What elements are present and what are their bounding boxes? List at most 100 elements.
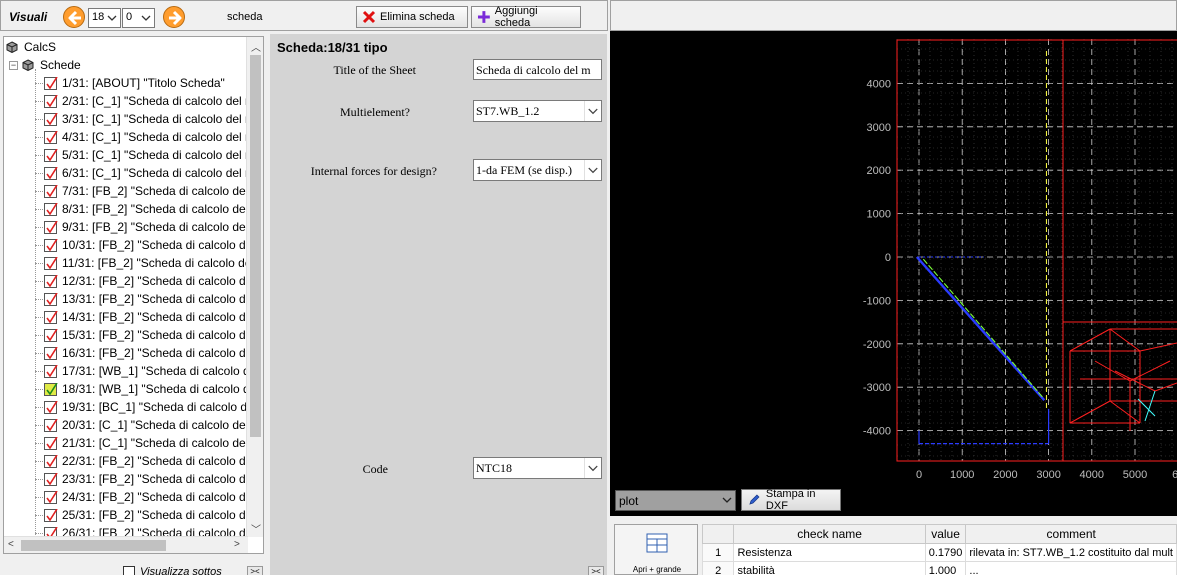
delete-sheet-button[interactable]: Elimina scheda xyxy=(356,6,468,28)
table-row[interactable]: 2 stabilità 1.000 ... xyxy=(701,561,1177,575)
sheet-number-select[interactable]: 18 xyxy=(88,8,121,28)
x-tick-label: 60 xyxy=(1172,469,1177,481)
plot-canvas[interactable]: 4000 3000 2000 1000 0 -1000 -2000 -3000 -4000 0 1… xyxy=(610,31,1177,488)
check-icon[interactable] xyxy=(44,166,58,180)
tree-item[interactable]: 20/31: [C_1] "Scheda di calcolo del xyxy=(35,416,248,434)
check-icon[interactable] xyxy=(44,490,58,504)
tree-horizontal-scrollbar[interactable]: < > xyxy=(4,536,248,553)
tree-item[interactable]: 24/31: [FB_2] "Scheda di calcolo de xyxy=(35,488,252,506)
column-header-index[interactable] xyxy=(701,524,735,544)
check-icon[interactable] xyxy=(44,76,58,90)
tree-item[interactable]: 7/31: [FB_2] "Scheda di calcolo del xyxy=(35,182,248,200)
add-sheet-button[interactable]: Aggiungi scheda xyxy=(471,5,581,29)
row-number: 1 xyxy=(701,543,735,562)
scroll-right-icon[interactable]: > xyxy=(234,539,240,550)
tree-item[interactable]: 17/31: [WB_1] "Scheda di calcolo de xyxy=(35,362,257,380)
check-icon[interactable] xyxy=(44,130,58,144)
sub-number-select[interactable]: 0 xyxy=(122,8,155,28)
code-select[interactable]: NTC18 xyxy=(473,457,602,479)
tree-item[interactable]: 10/31: [FB_2] "Scheda di calcolo de xyxy=(35,236,252,254)
tree-item[interactable]: 14/31: [FB_2] "Scheda di calcolo de xyxy=(35,308,252,326)
tree-item[interactable]: 3/31: [C_1] "Scheda di calcolo del n xyxy=(35,110,252,128)
scroll-up-icon[interactable]: ︿ xyxy=(251,39,261,54)
tree-item[interactable]: 9/31: [FB_2] "Scheda di calcolo del xyxy=(35,218,248,236)
multielement-select[interactable]: ST7.WB_1.2 xyxy=(473,100,602,122)
tree-item[interactable]: 21/31: [C_1] "Scheda di calcolo del xyxy=(35,434,248,452)
check-icon[interactable] xyxy=(44,202,58,216)
tree-item-label: 17/31: [WB_1] "Scheda di calcolo de xyxy=(62,364,257,378)
selected-check-icon[interactable] xyxy=(44,382,58,396)
prev-sheet-button[interactable] xyxy=(63,6,85,28)
check-icon[interactable] xyxy=(44,364,58,378)
tree-item-label: 23/31: [FB_2] "Scheda di calcolo de xyxy=(62,472,253,486)
check-icon[interactable] xyxy=(44,220,58,234)
check-table[interactable]: check name value comment 1 Resistenza 0.… xyxy=(701,524,1177,575)
title-field[interactable]: Scheda di calcolo del m xyxy=(473,59,602,80)
scroll-thumb[interactable] xyxy=(250,55,261,437)
scroll-left-icon[interactable]: < xyxy=(8,539,14,550)
check-icon[interactable] xyxy=(44,292,58,306)
tree-item[interactable]: 16/31: [FB_2] "Scheda di calcolo de xyxy=(35,344,252,362)
tree-item[interactable]: 6/31: [C_1] "Scheda di calcolo del n xyxy=(35,164,252,182)
check-icon[interactable] xyxy=(44,346,58,360)
check-icon[interactable] xyxy=(44,418,58,432)
tree-item[interactable]: 22/31: [FB_2] "Scheda di calcolo de xyxy=(35,452,252,470)
tree-item[interactable]: 1/31: [ABOUT] "Titolo Scheda" xyxy=(35,74,225,92)
internal-forces-select[interactable]: 1-da FEM (se disp.) xyxy=(473,159,602,181)
table-row[interactable]: 1 Resistenza 0.1790 rilevata in: ST7.WB_… xyxy=(701,543,1177,562)
tree-item-label: 2/31: [C_1] "Scheda di calcolo del n xyxy=(62,94,252,108)
column-header-check-name[interactable]: check name xyxy=(733,524,926,544)
tree-item[interactable]: 25/31: [FB_2] "Scheda di calcolo de xyxy=(35,506,252,524)
tree-item[interactable]: 12/31: [FB_2] "Scheda di calcolo de xyxy=(35,272,252,290)
tree-group-schede[interactable]: − Schede xyxy=(9,56,81,74)
check-icon[interactable] xyxy=(44,454,58,468)
column-header-value[interactable]: value xyxy=(924,524,967,544)
code-label: Code xyxy=(362,462,388,476)
check-icon[interactable] xyxy=(44,274,58,288)
scroll-down-icon[interactable]: ﹀ xyxy=(251,521,261,536)
tree-item[interactable]: 8/31: [FB_2] "Scheda di calcolo del xyxy=(35,200,248,218)
tree-item[interactable]: 15/31: [FB_2] "Scheda di calcolo de xyxy=(35,326,252,344)
tree-vertical-scrollbar[interactable]: ︿ ﹀ xyxy=(246,37,263,537)
tree-item[interactable]: 11/31: [FB_2] "Scheda di calcolo de xyxy=(35,254,252,272)
tree-root[interactable]: CalcS xyxy=(6,38,56,56)
plot-x-tick-labels: 0 1000 2000 3000 4000 5000 60 xyxy=(916,469,1177,481)
tree-item[interactable]: 19/31: [BC_1] "Scheda di calcolo de xyxy=(35,398,254,416)
add-sheet-label: Aggiungi scheda xyxy=(494,5,538,29)
check-icon[interactable] xyxy=(44,184,58,198)
x-tick-label: 3000 xyxy=(1036,469,1060,481)
tree-item[interactable]: 18/31: [WB_1] "Scheda di calcolo de xyxy=(35,380,256,398)
check-icon[interactable] xyxy=(44,256,58,270)
check-icon[interactable] xyxy=(44,310,58,324)
check-icon[interactable] xyxy=(44,508,58,522)
wireframe-line xyxy=(1069,328,1111,352)
check-icon[interactable] xyxy=(44,328,58,342)
check-icon[interactable] xyxy=(44,112,58,126)
expand-form-button[interactable]: >< xyxy=(588,566,604,575)
chevron-down-icon xyxy=(141,15,151,21)
tree-item[interactable]: 23/31: [FB_2] "Scheda di calcolo de xyxy=(35,470,253,488)
plot-frame xyxy=(1062,39,1177,462)
check-icon[interactable] xyxy=(44,94,58,108)
tree-item[interactable]: 2/31: [C_1] "Scheda di calcolo del n xyxy=(35,92,252,110)
next-sheet-button[interactable] xyxy=(163,6,185,28)
scroll-thumb[interactable] xyxy=(21,540,166,551)
expand-left-button[interactable]: >< xyxy=(247,566,263,575)
tree-item[interactable]: 5/31: [C_1] "Scheda di calcolo del n xyxy=(35,146,252,164)
check-icon[interactable] xyxy=(44,148,58,162)
check-icon[interactable] xyxy=(44,238,58,252)
open-larger-button[interactable]: Apri + grande xyxy=(614,524,698,575)
plus-icon xyxy=(477,11,490,23)
check-icon[interactable] xyxy=(44,436,58,450)
collapse-icon[interactable]: − xyxy=(9,60,18,70)
sheet-tree[interactable]: CalcS − Schede 1/31: [ABOUT] "Titolo Sch… xyxy=(3,36,264,554)
column-header-comment[interactable]: comment xyxy=(965,524,1177,544)
tree-item[interactable]: 13/31: [FB_2] "Scheda di calcolo de xyxy=(35,290,252,308)
tree-item-label: 4/31: [C_1] "Scheda di calcolo del n xyxy=(62,130,252,144)
show-sub-checkbox[interactable] xyxy=(123,566,135,575)
plot-mode-select[interactable]: plot xyxy=(615,490,736,511)
check-icon[interactable] xyxy=(44,472,58,486)
print-dxf-button[interactable]: Stampa in DXF xyxy=(741,488,841,512)
tree-item[interactable]: 4/31: [C_1] "Scheda di calcolo del n xyxy=(35,128,252,146)
check-icon[interactable] xyxy=(44,400,58,414)
